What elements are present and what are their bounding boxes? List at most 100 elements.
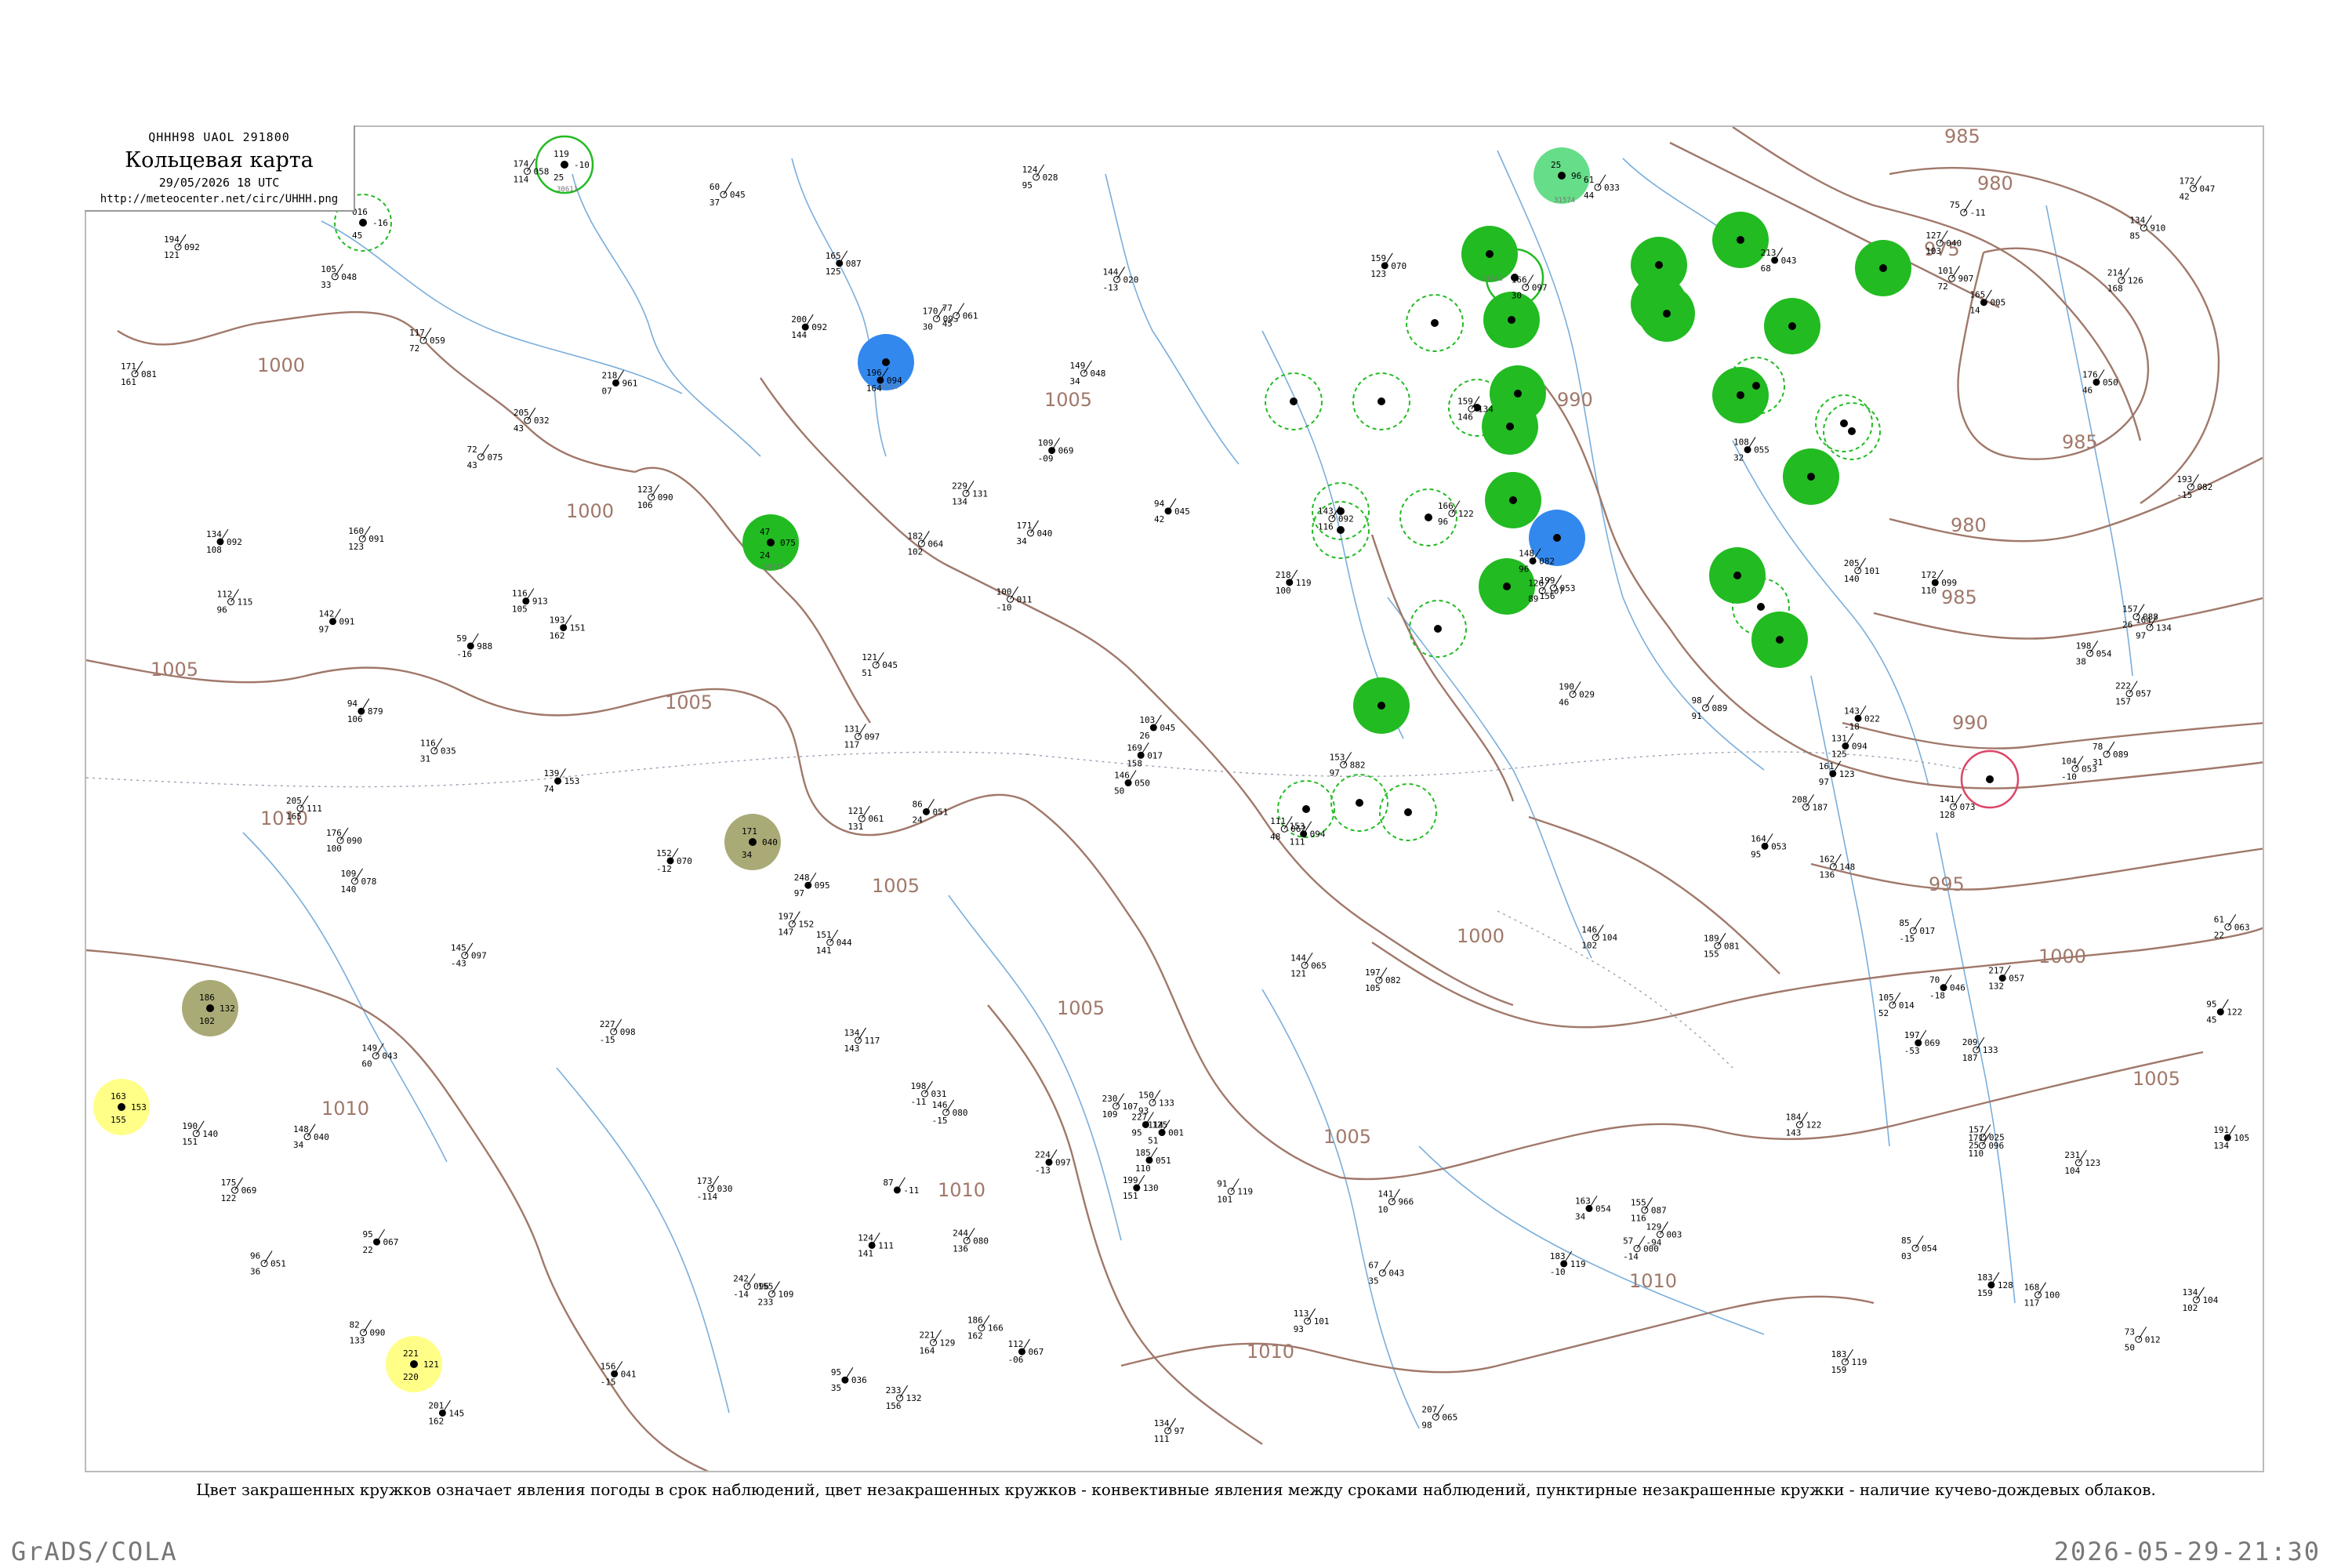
station-value: 172 xyxy=(2180,176,2195,187)
station-value: 193 xyxy=(2176,474,2192,485)
station-value: 121 xyxy=(848,806,863,816)
station-circle xyxy=(523,167,531,175)
station-value: 22 xyxy=(363,1245,373,1255)
station-value: 172 xyxy=(1921,570,1936,580)
station-value: 159 xyxy=(1977,1288,1993,1298)
station-value-bot: 45 xyxy=(352,230,362,241)
station-value: 205 xyxy=(286,796,302,806)
station-plot: 109 069 -09 xyxy=(1038,437,1073,464)
isobar-label: 985 xyxy=(1941,586,1977,608)
isobar-label: 1000 xyxy=(566,500,614,522)
station-value: 72 xyxy=(1938,281,1948,292)
station-value: 207 xyxy=(1421,1404,1437,1414)
station-plot: 171 040 34 xyxy=(1017,520,1052,546)
station-plot: 163 054 34 xyxy=(1575,1196,1611,1221)
station-value: 125 xyxy=(826,267,841,277)
station-plot: 17009330 xyxy=(923,306,958,332)
weather-station-s1: 119 -10 25 30611 xyxy=(535,135,594,194)
station-value: 159 xyxy=(1457,397,1473,407)
station-value: 152 xyxy=(798,920,814,930)
station-value: -53 xyxy=(1904,1046,1920,1056)
station-value: 86 xyxy=(912,799,922,809)
station-value: -15 xyxy=(932,1116,948,1126)
isobar-label: 1005 xyxy=(151,659,198,681)
station-dot xyxy=(1663,310,1671,318)
station-value: 34 xyxy=(1575,1211,1586,1221)
station-value: 143 xyxy=(1844,706,1860,716)
station-value: 090 xyxy=(370,1328,386,1338)
station-value: 151 xyxy=(570,623,586,633)
station-plot: 112 067 -06 xyxy=(1007,1338,1044,1365)
station-value: 104 xyxy=(2061,756,2077,766)
station-plot: 218 119 100 xyxy=(1276,569,1312,596)
station-value: -16 xyxy=(456,649,472,659)
station-value: 197 xyxy=(1904,1030,1920,1040)
station-value: 101 xyxy=(1314,1316,1330,1327)
station-plot: 152 070 -12 xyxy=(656,848,692,874)
station-plot: 173 030-114 xyxy=(697,1175,733,1202)
station-value-bot: 24 xyxy=(760,550,771,561)
weather-station-s43 xyxy=(1960,750,2020,809)
station-value-mid: 121 xyxy=(423,1359,439,1370)
station-value: 065 xyxy=(1442,1412,1457,1422)
station-value: 081 xyxy=(141,369,157,379)
station-value: 57 xyxy=(1623,1236,1633,1247)
station-value: 85 xyxy=(2129,231,2140,241)
station-value: 036 xyxy=(851,1375,867,1385)
isobar-label: 990 xyxy=(1557,389,1593,411)
station-circle xyxy=(430,747,438,755)
station-value: 190 xyxy=(182,1121,198,1131)
station-index: 30611 xyxy=(557,186,578,194)
station-value: 134 xyxy=(2213,1141,2229,1151)
station-value: 129 xyxy=(940,1338,956,1348)
station-plot: 112 115 96 xyxy=(217,589,252,615)
station-value: 067 xyxy=(1028,1347,1044,1357)
station-value: 124 xyxy=(1022,165,1038,175)
station-value: 065 xyxy=(1311,960,1327,971)
station-value: 099 xyxy=(1941,578,1957,588)
station-value: 110 xyxy=(1968,1149,1984,1159)
station-value: 145 xyxy=(451,943,466,953)
station-plot: 96 051 36 xyxy=(250,1250,286,1277)
station-value: 102 xyxy=(1581,941,1597,951)
station-plot: 201 145 162 xyxy=(428,1400,464,1426)
station-dot xyxy=(1486,250,1494,258)
station-value: 214 xyxy=(2107,268,2123,278)
station-plot: 104053-10 xyxy=(2061,756,2097,782)
station-plot: 142 091 97 xyxy=(318,608,354,635)
station-value: 879 xyxy=(368,706,383,717)
map-title: Кольцевая карта xyxy=(125,148,314,172)
station-circle xyxy=(801,323,809,331)
station-value: 961 xyxy=(622,378,637,388)
station-plot: 105 048 33 xyxy=(321,263,357,290)
station-value: 89 xyxy=(1528,594,1538,604)
station-value: 182 xyxy=(907,531,923,541)
station-value: -94 xyxy=(1646,1237,1661,1247)
weather-station-s36 xyxy=(1330,774,1388,832)
station-value: 95 xyxy=(1751,849,1761,859)
station-value: 159 xyxy=(1370,253,1386,263)
station-value: 045 xyxy=(730,190,746,200)
station-dot xyxy=(1404,808,1412,816)
station-value: 85 xyxy=(1899,918,1909,928)
station-value: 174 xyxy=(513,158,528,169)
station-plot: 176 090 100 xyxy=(326,827,362,854)
station-value: 094 xyxy=(1310,829,1326,840)
station-index: 50727 xyxy=(763,564,784,572)
station-value-bot: 34 xyxy=(742,850,753,860)
weather-station-s29 xyxy=(1352,372,1410,430)
station-value: 173 xyxy=(697,1176,713,1186)
station-value: 147 xyxy=(778,927,793,938)
station-value: 72 xyxy=(409,343,419,354)
station-value: 48 xyxy=(1270,832,1280,842)
station-plot: 205 101 140 xyxy=(1844,557,1880,584)
station-value: 163 xyxy=(1575,1196,1591,1206)
station-value: 151 xyxy=(182,1137,198,1147)
station-value: 062 xyxy=(1290,824,1306,834)
station-plot: 189 081 155 xyxy=(1704,933,1740,959)
station-value: 028 xyxy=(1043,172,1058,183)
station-value: -15 xyxy=(1899,934,1915,944)
weather-station-s32 xyxy=(1399,488,1457,546)
station-circle xyxy=(2190,185,2198,193)
station-value: 022 xyxy=(1864,713,1880,724)
